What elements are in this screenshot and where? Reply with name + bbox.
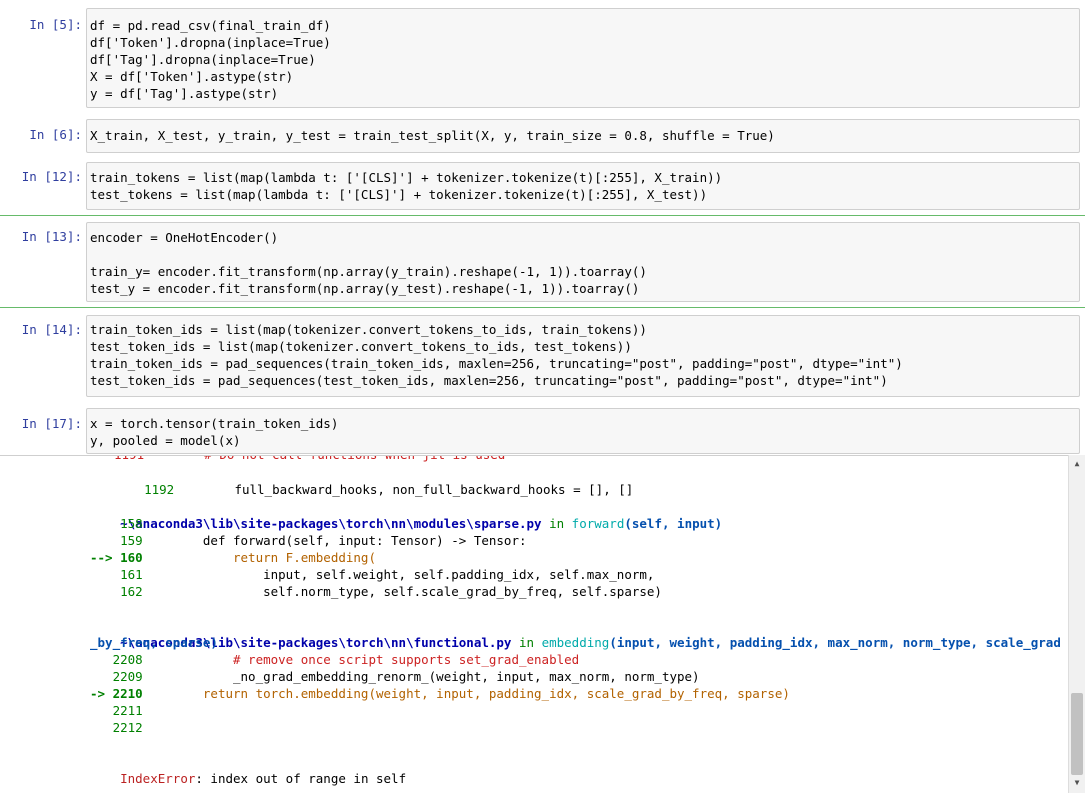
traceback-line: 2209 _no_grad_embedding_renorm_(weight, …	[90, 668, 700, 685]
traceback-frame-header: ~\anaconda3\lib\site-packages\torch\nn\f…	[90, 617, 1061, 634]
code-text: self.norm_type, self.scale_grad_by_freq,…	[143, 584, 662, 599]
traceback-line: 158	[90, 515, 143, 532]
traceback-line: 159 def forward(self, input: Tensor) -> …	[90, 532, 527, 549]
code-line: train_token_ids = pad_sequences(train_to…	[90, 355, 903, 372]
traceback-line: --> 160 return F.embedding(	[90, 549, 376, 566]
cell-prompt: In [13]:	[0, 229, 82, 244]
cell-prompt: In [14]:	[0, 322, 82, 337]
traceback-partial-line: 1191 # Do not call functions when jit is…	[114, 455, 505, 463]
traceback-line: 2211	[90, 702, 143, 719]
code-line: y, pooled = model(x)	[90, 432, 241, 449]
code-line: df = pd.read_csv(final_train_df)	[90, 17, 331, 34]
error-message: IndexError: index out of range in self	[90, 753, 406, 770]
line-number: 158	[90, 516, 143, 531]
line-number: 2212	[90, 720, 143, 735]
traceback-line: 1192 full_backward_hooks, non_full_backw…	[114, 464, 633, 481]
code-cell-5[interactable]: In [5]: df = pd.read_csv(final_train_df)…	[0, 8, 1085, 108]
code-line: train_y= encoder.fit_transform(np.array(…	[90, 263, 647, 280]
traceback-frame-header: ~\anaconda3\lib\site-packages\torch\nn\m…	[90, 498, 722, 515]
cell-output-traceback[interactable]: 1191 # Do not call functions when jit is…	[0, 455, 1085, 794]
cell-prompt: In [6]:	[0, 127, 82, 142]
cell-prompt: In [5]:	[0, 17, 82, 32]
line-number: 2209	[90, 669, 143, 684]
traceback-line: 162 self.norm_type, self.scale_grad_by_f…	[90, 583, 662, 600]
code-text: input, self.weight, self.padding_idx, se…	[143, 567, 655, 582]
traceback-line: 2208 # remove once script supports set_g…	[90, 651, 579, 668]
scroll-down-icon[interactable]: ▼	[1069, 775, 1085, 791]
code-line: df['Token'].dropna(inplace=True)	[90, 34, 331, 51]
traceback-line: 161 input, self.weight, self.padding_idx…	[90, 566, 654, 583]
line-number: --> 160	[90, 550, 143, 565]
selected-cell-top-border	[0, 215, 1085, 216]
code-line: test_token_ids = list(map(tokenizer.conv…	[90, 338, 632, 355]
cell-prompt: In [17]:	[0, 416, 82, 431]
code-cell-6[interactable]: In [6]: X_train, X_test, y_train, y_test…	[0, 119, 1085, 153]
code-text: def forward(self, input: Tensor) -> Tens…	[143, 533, 527, 548]
code-line: x = torch.tensor(train_token_ids)	[90, 415, 338, 432]
output-scrollbar[interactable]: ▲ ▼	[1068, 455, 1085, 793]
code-line: X = df['Token'].astype(str)	[90, 68, 293, 85]
line-number: 2208	[90, 652, 143, 667]
code-cell-13[interactable]: In [13]: encoder = OneHotEncoder() train…	[0, 222, 1085, 304]
code-line: encoder = OneHotEncoder()	[90, 229, 278, 246]
code-line: test_tokens = list(map(lambda t: ['[CLS]…	[90, 186, 707, 203]
code-line: train_tokens = list(map(lambda t: ['[CLS…	[90, 169, 722, 186]
line-number: 159	[90, 533, 143, 548]
scroll-up-icon[interactable]: ▲	[1069, 456, 1085, 472]
code-line: test_y = encoder.fit_transform(np.array(…	[90, 280, 639, 297]
code-cell-17[interactable]: In [17]: x = torch.tensor(train_token_id…	[0, 408, 1085, 454]
code-line: df['Tag'].dropna(inplace=True)	[90, 51, 316, 68]
code-cell-12[interactable]: In [12]: train_tokens = list(map(lambda …	[0, 162, 1085, 210]
line-number: 161	[90, 567, 143, 582]
cell-prompt: In [12]:	[0, 169, 82, 184]
code-text: _no_grad_embedding_renorm_(weight, input…	[143, 669, 700, 684]
code-text: # remove once script supports set_grad_e…	[143, 652, 580, 667]
line-number: 162	[90, 584, 143, 599]
traceback-line: -> 2210 return torch.embedding(weight, i…	[90, 685, 790, 702]
code-line: y = df['Tag'].astype(str)	[90, 85, 278, 102]
line-number: -> 2210	[90, 686, 143, 701]
code-text: return F.embedding(	[143, 550, 376, 565]
traceback-frame-header-wrap: _by_freq, sparse)	[90, 634, 218, 651]
code-line: train_token_ids = list(map(tokenizer.con…	[90, 321, 647, 338]
code-line: X_train, X_test, y_train, y_test = train…	[90, 127, 775, 144]
line-number: 2211	[90, 703, 143, 718]
code-line: test_token_ids = pad_sequences(test_toke…	[90, 372, 888, 389]
code-text: return torch.embedding(weight, input, pa…	[143, 686, 790, 701]
selected-cell-bottom-border	[0, 307, 1085, 308]
scroll-thumb[interactable]	[1071, 693, 1083, 775]
traceback-line: 2212	[90, 719, 143, 736]
code-cell-14[interactable]: In [14]: train_token_ids = list(map(toke…	[0, 315, 1085, 397]
